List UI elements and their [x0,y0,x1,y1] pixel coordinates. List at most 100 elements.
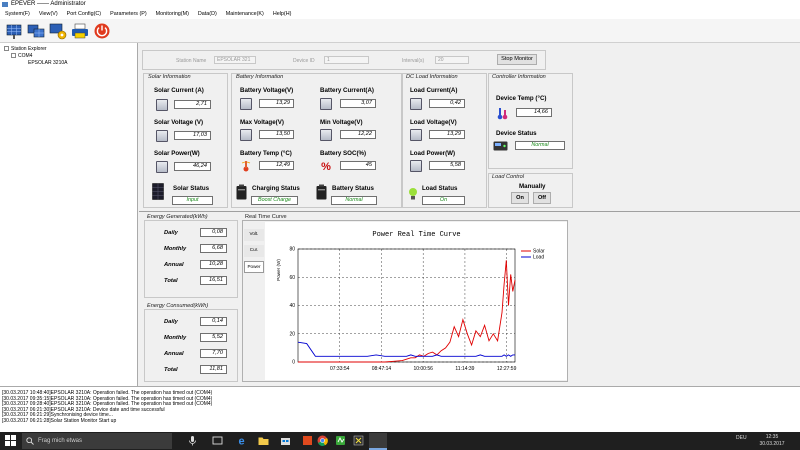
station-name-field[interactable]: EPSOLAR 321 [214,56,256,64]
charging-status-value: Boost Charge [251,196,298,205]
interval-label: Interval(s) [402,58,424,64]
tab-cur[interactable]: Cur. [244,245,264,257]
y-tick-label: 0 [292,360,295,366]
chrome-icon[interactable] [317,435,328,446]
gauge-icon [156,161,168,173]
load-panel: DC Load Information Load Current(A) 0,42… [402,73,487,208]
load-status-label: Load Status [422,185,457,192]
gauge-icon [156,130,168,142]
interval-field[interactable]: 20 [435,56,469,64]
divider [139,211,800,212]
energy-label: Monthly [164,246,186,252]
clock-time[interactable]: 12:35 [757,434,787,440]
energy-label: Monthly [164,335,186,341]
station-bar: Station Name EPSOLAR 321 Device ID 1 Int… [142,50,546,70]
load-on-button[interactable]: On [511,192,529,204]
solar-panel-icon[interactable] [5,22,23,40]
min-voltage-value: 12,22 [340,130,376,139]
load-current-value: 0,42 [429,99,465,108]
device-status-label: Device Status [496,130,537,137]
energy-value: 10,28 [200,260,227,269]
tree-port[interactable]: COM4 [11,53,32,59]
menu-port-config[interactable]: Port Config(C) [67,9,101,19]
svg-text:e: e [238,436,244,447]
battery-panel: Battery Information Battery Voltage(V) 1… [231,73,402,208]
battery-status-label: Battery Status [332,185,374,192]
taskbar-search[interactable]: Frag mich etwas [22,433,172,449]
y-tick-label: 60 [289,275,295,281]
app-icon[interactable] [335,435,346,446]
battery-soc-label: Battery SOC(%) [320,150,366,157]
app-icon[interactable] [302,435,313,446]
tree-device[interactable]: EPSOLAR 3210A [28,60,67,66]
solar-voltage-label: Solar Voltage (V) [154,119,203,126]
collapse-icon[interactable] [4,46,9,51]
edge-browser-icon[interactable]: e [236,435,247,446]
menu-parameters[interactable]: Parameters (P) [110,9,147,19]
energy-label: Total [164,278,178,284]
y-tick-label: 80 [289,247,295,253]
energy-consumed-panel: Daily 0,14 Monthly 5,52 Annual 7,70 Tota… [144,309,238,382]
device-status-value: Normal [515,141,565,150]
controller-device-icon [493,141,508,151]
solar-array-icon[interactable] [27,22,45,40]
menu-system[interactable]: System(F) [5,9,30,19]
max-voltage-value: 13,50 [259,130,294,139]
load-title: DC Load Information [406,74,458,80]
power-chart: Power Real Time CurvePower (W)0204060800… [265,222,567,380]
x-tick-label: 10:00:56 [413,366,433,372]
power-exit-icon[interactable] [93,22,111,40]
gauge-icon [320,98,332,110]
windows-start-icon[interactable] [5,435,16,446]
menu-data[interactable]: Data(D) [198,9,217,19]
store-icon[interactable] [280,435,291,446]
printer-icon[interactable] [71,22,89,40]
x-tick-label: 11:14:39 [455,366,474,372]
thermometer-icon [240,160,252,172]
microphone-icon[interactable] [187,435,198,446]
device-temp-value: 14,66 [516,108,552,117]
charging-status-label: Charging Status [252,185,300,192]
solar-status-label: Solar Status [173,185,209,192]
energy-label: Annual [164,262,184,268]
tab-volt[interactable]: Volt. [244,229,264,241]
solar-power-value: 46,24 [174,162,211,171]
stop-monitor-button[interactable]: Stop Monitor [497,54,537,65]
folder-icon[interactable] [258,435,269,446]
search-placeholder: Frag mich etwas [38,438,82,444]
device-id-field[interactable]: 1 [324,56,369,64]
load-control-title: Load Control [492,174,524,180]
gauge-icon [240,129,252,141]
menu-view[interactable]: View(V) [39,9,58,19]
task-view-icon[interactable] [212,435,223,446]
app-icon[interactable] [353,435,364,446]
battery-voltage-label: Battery Voltage(V) [240,87,293,94]
load-voltage-value: 13,29 [429,130,465,139]
window-title: EPEVER —— Administrator [11,1,86,7]
tree-root[interactable]: Station Explorer [4,46,47,52]
active-app-tab[interactable] [369,433,387,450]
battery-temp-label: Battery Temp (°C) [240,150,292,157]
solar-settings-icon[interactable] [49,22,67,40]
station-explorer: Station Explorer COM4 EPSOLAR 3210A [0,43,138,386]
language-indicator[interactable]: DEU [736,435,747,441]
thermometer-icon [496,107,509,120]
load-off-button[interactable]: Off [533,192,551,204]
menu-maintenance[interactable]: Maintenance(K) [226,9,264,19]
solar-current-value: 2,71 [174,100,211,109]
main-area: Station Name EPSOLAR 321 Device ID 1 Int… [139,43,800,386]
gauge-icon [410,98,422,110]
clock-date[interactable]: 30.03.2017 [754,441,790,447]
taskbar: Frag mich etwas e DEU 12:35 30.03.2017 [0,432,800,450]
tab-power[interactable]: Power [244,261,264,273]
energy-label: Annual [164,351,184,357]
menu-help[interactable]: Help(H) [273,9,292,19]
energy-generated-panel: Daily 0,08 Monthly 6,68 Annual 10,28 Tot… [144,220,238,298]
menu-monitoring[interactable]: Monitoring(M) [156,9,189,19]
load-voltage-label: Load Voltage(V) [410,119,457,126]
x-tick-label: 08:47:14 [372,366,392,372]
gauge-icon [156,99,168,111]
gauge-icon [240,98,252,110]
collapse-icon[interactable] [11,53,16,58]
title-bar: EPEVER —— Administrator [0,0,800,9]
